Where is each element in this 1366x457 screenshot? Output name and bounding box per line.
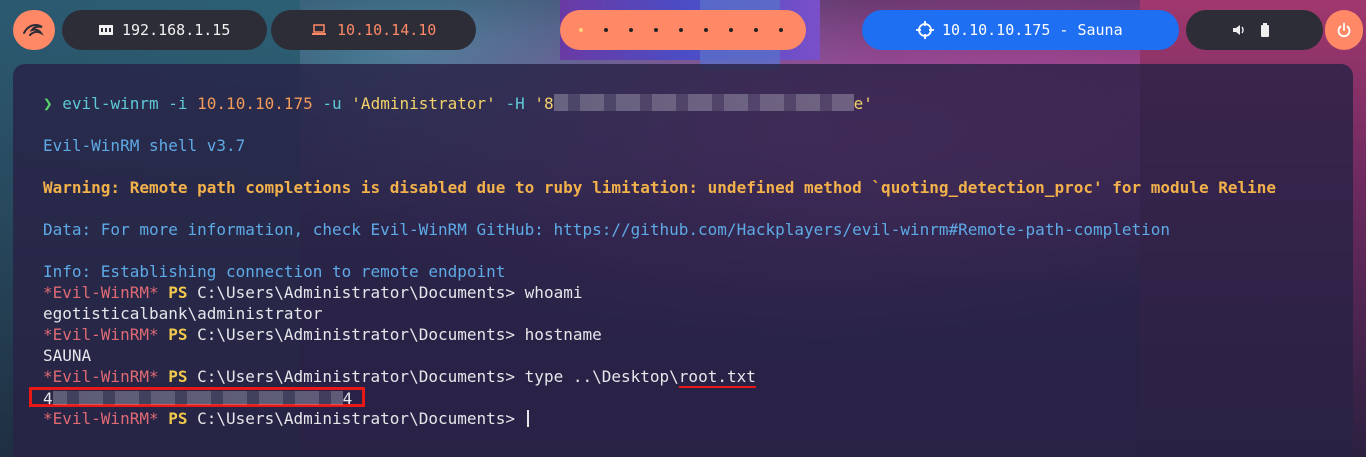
command-flag-h: -H — [505, 94, 525, 113]
workspace-4[interactable] — [653, 28, 658, 32]
warning-message: Warning: Remote path completions is disa… — [43, 178, 1276, 197]
power-button[interactable] — [1325, 10, 1363, 50]
workspace-8[interactable] — [753, 28, 758, 32]
text-cursor — [526, 410, 529, 427]
local-ip-text: 192.168.1.15 — [122, 21, 231, 39]
command-flag-u: -u — [322, 94, 342, 113]
ps-prompt-path: C:\Users\Administrator\Documents> — [197, 325, 516, 344]
prompt-symbol: ❯ — [43, 94, 53, 113]
workspace-7[interactable] — [728, 28, 733, 32]
ps-command-prefix: type ..\Desktop\ — [524, 367, 679, 386]
target-text: 10.10.10.175 - Sauna — [942, 21, 1123, 39]
ps-line-type: *Evil-WinRM* PS C:\Users\Administrator\D… — [43, 366, 1353, 388]
workspace-1[interactable] — [578, 28, 583, 32]
laptop-icon — [311, 24, 327, 36]
command-hash-end: e' — [853, 94, 873, 113]
command-name: evil-winrm — [62, 94, 159, 113]
output-whoami: egotisticalbank\administrator — [43, 304, 323, 323]
command-line: ❯ evil-winrm -i 10.10.10.175 -u 'Adminis… — [43, 93, 1353, 114]
speaker-icon[interactable] — [1232, 24, 1246, 36]
command-user: 'Administrator' — [351, 94, 496, 113]
ps-line-current[interactable]: *Evil-WinRM* PS C:\Users\Administrator\D… — [43, 408, 1353, 429]
ps-prompt-label: PS — [168, 325, 188, 344]
ps-command: hostname — [524, 325, 602, 344]
network-card-icon — [98, 23, 114, 37]
ps-prompt-star: *Evil-WinRM* — [43, 409, 159, 428]
flag-highlight-box: 44 — [29, 387, 366, 408]
ps-line-hostname: *Evil-WinRM* PS C:\Users\Administrator\D… — [43, 324, 1353, 345]
output-flag: 44 — [29, 387, 1353, 408]
target-widget[interactable]: 10.10.10.175 - Sauna — [862, 10, 1179, 50]
ps-command: whoami — [524, 283, 583, 302]
battery-icon[interactable] — [1260, 23, 1270, 37]
redacted-flag — [52, 391, 343, 405]
ps-prompt-label: PS — [168, 367, 188, 386]
workspace-2[interactable] — [603, 28, 608, 32]
data-message: Data: For more information, check Evil-W… — [43, 220, 1171, 239]
ps-prompt-label: PS — [168, 283, 188, 302]
workspace-switcher[interactable] — [560, 10, 806, 50]
redacted-hash — [553, 94, 854, 111]
flag-start: 4 — [43, 389, 53, 408]
workspace-3[interactable] — [628, 28, 633, 32]
workspace-9[interactable] — [778, 28, 783, 32]
ps-prompt-path: C:\Users\Administrator\Documents> — [197, 409, 516, 428]
ps-prompt-path: C:\Users\Administrator\Documents> — [197, 367, 516, 386]
workspace-6[interactable] — [703, 28, 708, 32]
ps-line-whoami: *Evil-WinRM* PS C:\Users\Administrator\D… — [43, 282, 1353, 303]
command-flag-i: -i — [168, 94, 188, 113]
flag-end: 4 — [342, 389, 353, 408]
info-message: Info: Establishing connection to remote … — [43, 262, 506, 281]
ps-prompt-label: PS — [168, 409, 188, 428]
ps-command-file-highlight: root.txt — [678, 367, 756, 388]
vpn-ip-text: 10.10.14.10 — [337, 21, 437, 39]
ps-prompt-star: *Evil-WinRM* — [43, 325, 159, 344]
power-icon — [1336, 22, 1352, 38]
vpn-ip-widget[interactable]: 10.10.14.10 — [271, 10, 476, 50]
ps-prompt-star: *Evil-WinRM* — [43, 367, 159, 386]
menu-logo-button[interactable] — [13, 10, 55, 50]
shell-version: Evil-WinRM shell v3.7 — [43, 136, 246, 155]
output-hostname: SAUNA — [43, 346, 92, 365]
ps-prompt-star: *Evil-WinRM* — [43, 283, 159, 302]
ps-prompt-path: C:\Users\Administrator\Documents> — [197, 283, 516, 302]
command-hash-start: '8 — [534, 94, 554, 113]
crosshair-icon — [916, 21, 934, 39]
top-status-bar: 192.168.1.15 10.10.14.10 10.10.10.175 - … — [0, 0, 1366, 60]
local-ip-widget[interactable]: 192.168.1.15 — [62, 10, 267, 50]
terminal-window[interactable]: ❯ evil-winrm -i 10.10.10.175 -u 'Adminis… — [13, 64, 1353, 457]
system-tray[interactable] — [1186, 10, 1323, 50]
workspace-5[interactable] — [678, 28, 683, 32]
kali-dragon-icon — [22, 21, 46, 39]
command-ip: 10.10.10.175 — [197, 94, 313, 113]
